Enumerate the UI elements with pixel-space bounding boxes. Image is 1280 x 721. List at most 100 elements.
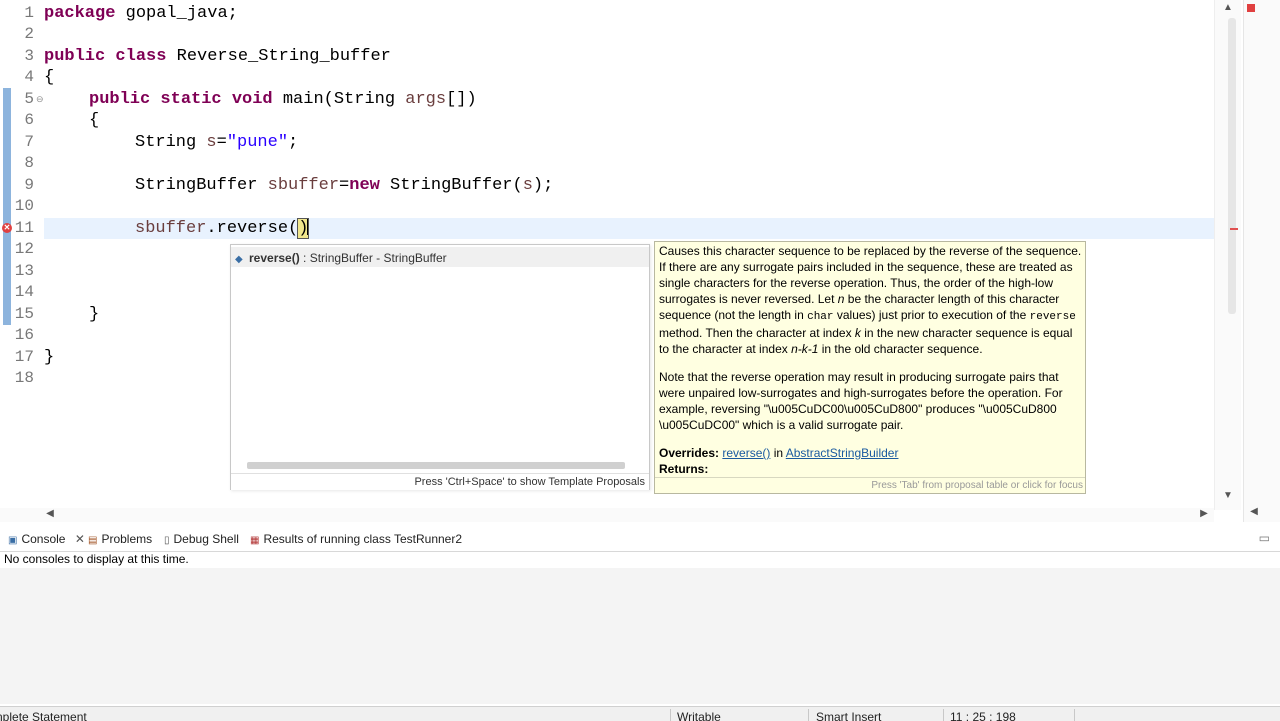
line-number: 10	[14, 197, 34, 215]
line-number: 9	[24, 176, 34, 194]
overrides-class-link[interactable]: AbstractStringBuilder	[786, 446, 899, 460]
template-hint[interactable]: Press 'Ctrl+Space' to show Template Prop…	[414, 476, 645, 488]
scroll-left-icon[interactable]: ◀	[1246, 506, 1262, 517]
line-number: 11	[14, 219, 34, 237]
code-line[interactable]: 10	[0, 196, 1214, 217]
proposal-signature: : StringBuffer - StringBuffer	[299, 251, 447, 265]
doc-code: reverse	[1029, 311, 1076, 323]
focus-hint[interactable]: Press 'Tab' from proposal table or click…	[871, 480, 1083, 491]
code-line[interactable]: 8	[0, 153, 1214, 174]
javadoc-popup[interactable]: Causes this character sequence to be rep…	[654, 241, 1086, 494]
scroll-left-icon[interactable]: ◀	[42, 508, 58, 519]
line-number: 7	[24, 133, 34, 151]
code-text: {	[44, 68, 55, 87]
variable: args	[405, 90, 447, 109]
close-icon[interactable]: ✕	[75, 532, 85, 546]
console-icon: ▣	[8, 535, 18, 546]
code-text: {	[89, 111, 100, 130]
tab-label: Problems	[101, 532, 153, 546]
tab-problems[interactable]: ▤ Problems	[88, 532, 152, 550]
line-number: 5	[24, 90, 34, 108]
variable: s	[206, 133, 217, 152]
proposal-footer: Press 'Ctrl+Space' to show Template Prop…	[231, 473, 649, 490]
code-text: main(String	[272, 90, 406, 109]
status-separator	[1074, 709, 1075, 721]
code-line[interactable]: 4 {	[0, 67, 1214, 88]
fold-toggle-icon[interactable]: ⊖	[36, 89, 44, 110]
console-message: No consoles to display at this time.	[4, 552, 189, 566]
doc-label: Overrides:	[659, 446, 720, 460]
status-bar: nplete Statement Writable Smart Insert 1…	[0, 706, 1280, 721]
javadoc-paragraph: Note that the reverse operation may resu…	[659, 370, 1063, 432]
doc-text: n-k-1	[791, 342, 819, 356]
scroll-down-icon[interactable]: ▼	[1220, 490, 1236, 501]
code-line[interactable]: ✕ 11 sbuffer.reverse()	[0, 218, 1214, 239]
code-line[interactable]: 9 StringBuffer sbuffer=new StringBuffer(…	[0, 175, 1214, 196]
code-line[interactable]: 3 public class Reverse_String_buffer	[0, 46, 1214, 67]
doc-label: Returns:	[659, 462, 709, 476]
javadoc-paragraph: Causes this character sequence to be rep…	[659, 243, 1083, 357]
tab-console[interactable]: ▣ Console ✕	[8, 532, 85, 550]
doc-text: values) just prior to execution of the	[833, 308, 1030, 322]
line-number: 4	[24, 68, 34, 86]
line-number: 8	[24, 154, 34, 172]
doc-text: in	[770, 446, 786, 460]
line-number: 14	[14, 283, 34, 301]
tab-label: Console	[21, 532, 66, 546]
line-number: 12	[14, 240, 34, 258]
proposal-item[interactable]: ◆ reverse() : StringBuffer - StringBuffe…	[231, 247, 649, 267]
status-insert-mode[interactable]: Smart Insert	[816, 710, 881, 721]
code-text: =	[216, 133, 227, 152]
tab-debug-shell[interactable]: ▯ Debug Shell	[164, 532, 239, 550]
line-number: 13	[14, 262, 34, 280]
code-text: ;	[288, 133, 299, 152]
status-writable: Writable	[677, 710, 721, 721]
code-line[interactable]: 6 {	[0, 110, 1214, 131]
status-message: nplete Statement	[0, 710, 87, 721]
line-number: 18	[14, 369, 34, 387]
vertical-scroll-thumb[interactable]	[1228, 18, 1236, 314]
doc-code: char	[807, 311, 834, 323]
keyword: public static void	[89, 90, 273, 109]
variable: sbuffer	[135, 219, 207, 238]
code-text: .reverse(	[206, 219, 299, 238]
string-literal: "pune"	[226, 133, 289, 152]
variable: s	[522, 176, 533, 195]
code-line[interactable]: 5 ⊖ public static void main(String args[…	[0, 89, 1214, 110]
tab-label: Debug Shell	[173, 532, 239, 546]
open-console-icon[interactable]: ▭	[1259, 531, 1270, 545]
line-number: 15	[14, 305, 34, 323]
status-separator	[943, 709, 944, 721]
tab-junit-results[interactable]: ▦ Results of running class TestRunner2	[250, 532, 462, 550]
javadoc-footer: Press 'Tab' from proposal table or click…	[655, 477, 1085, 494]
keyword: package	[44, 4, 116, 23]
scroll-up-icon[interactable]: ▲	[1220, 2, 1236, 13]
overrides-method-link[interactable]: reverse()	[722, 446, 770, 460]
console-area[interactable]	[0, 568, 1280, 704]
status-cursor-position[interactable]: 11 : 25 : 198	[950, 710, 1016, 721]
doc-text: method. Then the character at index	[659, 326, 855, 340]
status-separator	[808, 709, 809, 721]
overview-ruler: ◀	[1243, 0, 1280, 522]
keyword: new	[349, 176, 380, 195]
completion-proposals[interactable]: ◆ reverse() : StringBuffer - StringBuffe…	[230, 244, 650, 490]
code-line[interactable]: 2	[0, 24, 1214, 45]
variable: sbuffer	[267, 176, 340, 195]
status-separator	[670, 709, 671, 721]
line-number: 17	[14, 348, 34, 366]
code-line[interactable]: 7 String s="pune";	[0, 132, 1214, 153]
error-indicator[interactable]	[1247, 4, 1255, 12]
debug-shell-icon: ▯	[164, 535, 170, 546]
line-number: 6	[24, 111, 34, 129]
horizontal-scroll-thumb[interactable]	[247, 462, 625, 469]
proposal-method: reverse()	[249, 251, 300, 265]
scroll-right-icon[interactable]: ▶	[1196, 508, 1212, 519]
error-marker[interactable]	[1230, 228, 1238, 230]
code-text: [])	[446, 90, 477, 109]
code-text: String	[135, 133, 207, 152]
problems-icon: ▤	[88, 535, 98, 546]
horizontal-scrollbar[interactable]: ◀ ▶	[0, 508, 1214, 522]
method-icon: ◆	[235, 254, 243, 265]
code-line[interactable]: 1 package gopal_java;	[0, 3, 1214, 24]
tab-label: Results of running class TestRunner2	[263, 532, 463, 546]
